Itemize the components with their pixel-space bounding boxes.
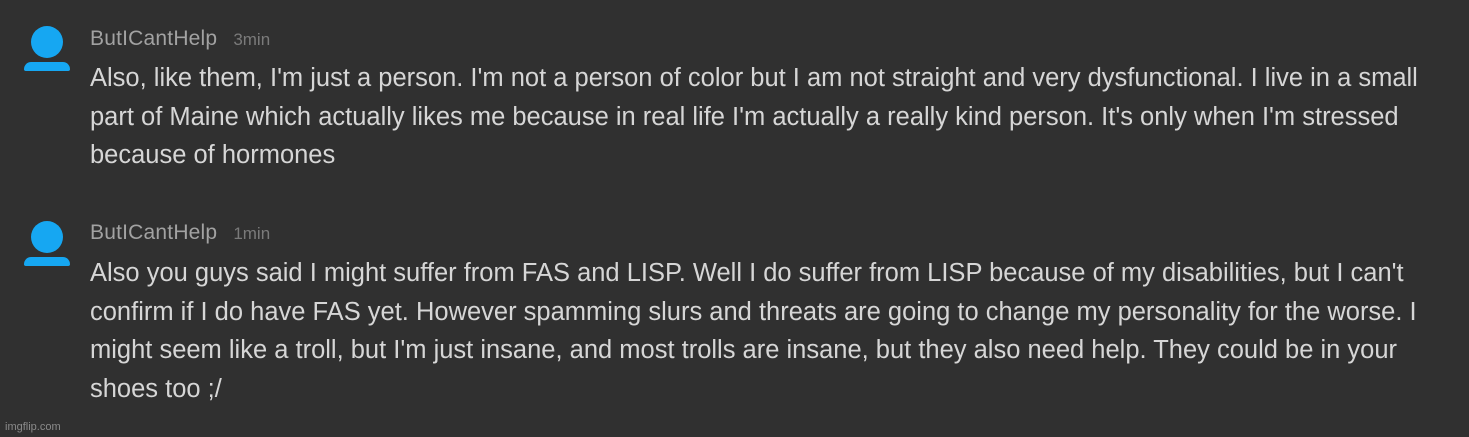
comment-header: ButICantHelp 3min [90,27,270,51]
comment-text: Also you guys said I might suffer from F… [90,259,1417,403]
comment-text: Also, like them, I'm just a person. I'm … [90,64,1418,169]
avatar-head [31,221,63,253]
timestamp: 3min [233,30,271,49]
avatar-shoulders [24,62,70,71]
watermark: imgflip.com [5,421,61,433]
user-avatar-icon[interactable] [24,221,70,266]
user-avatar-icon[interactable] [24,26,70,71]
avatar-head [31,26,63,58]
username[interactable]: ButICantHelp [90,221,217,244]
avatar-shoulders [24,257,70,266]
timestamp: 1min [233,224,271,243]
username[interactable]: ButICantHelp [90,27,217,50]
comment-header: ButICantHelp 1min [90,221,270,245]
